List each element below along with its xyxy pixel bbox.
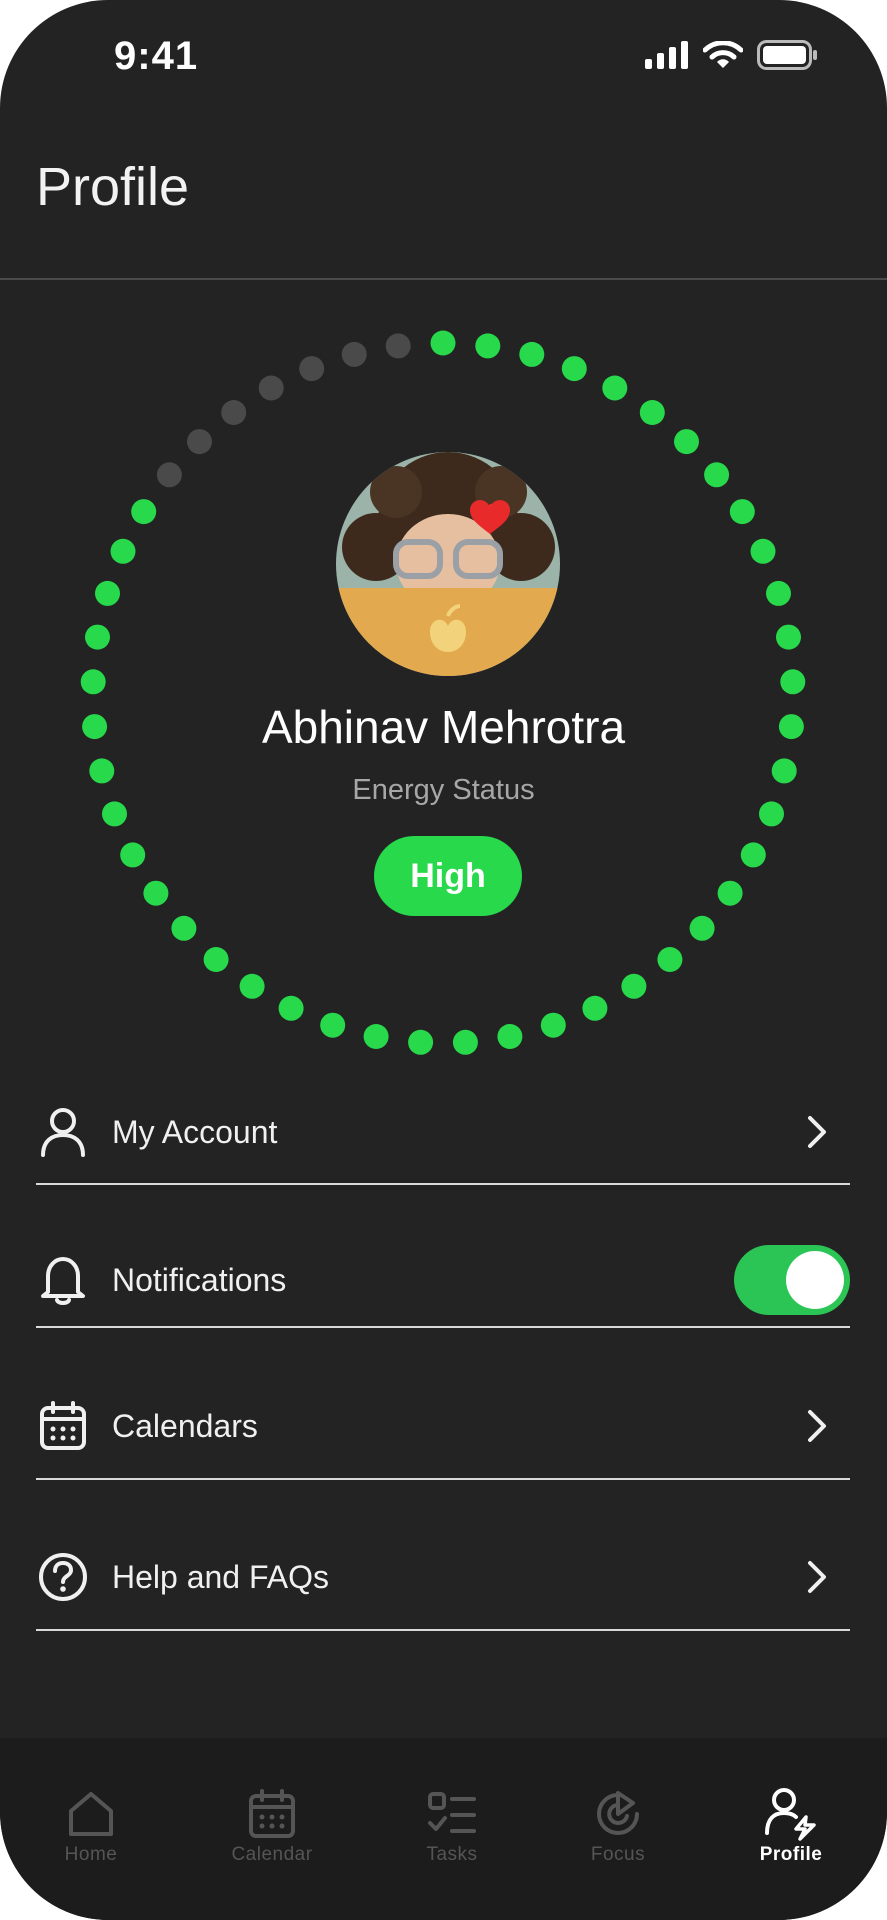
status-icons [645, 40, 819, 75]
energy-dot-active [143, 880, 169, 906]
energy-dot-active [704, 462, 730, 488]
menu-item-notifications: Notifications [36, 1240, 850, 1320]
energy-ring [80, 330, 806, 1055]
energy-dot-active [85, 624, 110, 650]
notifications-toggle[interactable] [734, 1245, 850, 1315]
tab-bar: Home Calendar Tasks Focus Profile [0, 1738, 887, 1920]
energy-dot-active [203, 947, 229, 972]
energy-dot-active [171, 915, 197, 941]
energy-dot-active [602, 375, 628, 401]
energy-dot-active [239, 973, 265, 999]
energy-dot-active [363, 1024, 389, 1049]
menu-label-calendars: Calendars [112, 1407, 258, 1444]
tab-profile[interactable]: Profile [711, 1738, 871, 1920]
profile-bolt-icon [763, 1786, 819, 1842]
energy-dot-active [780, 669, 806, 695]
tab-tasks[interactable]: Tasks [372, 1738, 532, 1920]
energy-dot-active [766, 580, 791, 606]
focus-icon [590, 1786, 646, 1842]
energy-dot-active [776, 624, 801, 650]
calendar-icon [36, 1399, 90, 1453]
menu-divider [36, 1629, 850, 1631]
energy-dot-inactive [221, 400, 247, 425]
menu-divider [36, 1478, 850, 1480]
energy-dot-active [621, 973, 647, 999]
energy-dot-active [639, 400, 665, 425]
energy-dot-active [452, 1029, 478, 1055]
tab-calendar[interactable]: Calendar [192, 1738, 352, 1920]
energy-dot-active [408, 1029, 434, 1055]
menu-divider [36, 1326, 850, 1328]
user-name: Abhinav Mehrotra [261, 701, 626, 753]
battery-icon [757, 40, 819, 75]
energy-dot-active [729, 499, 755, 525]
tasks-icon [424, 1786, 480, 1842]
tab-label-home: Home [64, 1844, 118, 1865]
menu-item-my-account[interactable]: My Account [36, 1092, 850, 1172]
energy-dot-active [110, 538, 136, 564]
status-bar: 9:41 [0, 0, 887, 110]
energy-dot-active [497, 1024, 523, 1049]
energy-dot-inactive [156, 462, 182, 488]
chevron-right-icon [802, 1112, 832, 1152]
energy-dot-active [689, 915, 715, 941]
chevron-right-icon [802, 1557, 832, 1597]
tab-label-calendar: Calendar [231, 1844, 313, 1865]
header-divider [0, 278, 887, 280]
energy-dot-active [657, 947, 683, 972]
status-time: 9:41 [114, 34, 199, 78]
energy-status-label: Energy Status [352, 774, 535, 806]
energy-dot-active [430, 330, 456, 356]
energy-dot-active [519, 341, 545, 367]
toggle-knob [786, 1251, 844, 1309]
menu-divider [36, 1183, 850, 1185]
energy-dot-active [278, 995, 304, 1021]
energy-dot-active [95, 580, 120, 606]
tab-focus[interactable]: Focus [538, 1738, 698, 1920]
energy-dot-active [475, 333, 501, 359]
help-circle-icon [36, 1550, 90, 1604]
energy-dot-active [80, 669, 106, 695]
signal-icon [645, 41, 689, 74]
menu-item-calendars[interactable]: Calendars [36, 1386, 850, 1466]
energy-dot-active [582, 995, 608, 1021]
bell-icon [36, 1253, 90, 1307]
energy-dot-inactive [299, 356, 325, 382]
energy-dot-active [750, 538, 776, 564]
energy-dot-inactive [341, 341, 367, 367]
energy-dot-inactive [187, 429, 212, 455]
energy-dot-inactive [258, 375, 284, 401]
wifi-icon [702, 40, 744, 74]
energy-status-badge: High [374, 836, 522, 916]
menu-label-help: Help and FAQs [112, 1558, 329, 1595]
user-icon [36, 1105, 90, 1159]
calendar-icon [244, 1786, 300, 1842]
tab-label-focus: Focus [590, 1844, 646, 1865]
energy-dot-active [540, 1012, 566, 1038]
energy-dot-active [674, 429, 699, 455]
home-icon [63, 1786, 119, 1842]
menu-label-my-account: My Account [112, 1113, 278, 1150]
menu-label-notifications: Notifications [112, 1261, 287, 1298]
energy-dot-active [120, 842, 146, 868]
chevron-right-icon [802, 1406, 832, 1446]
energy-dot-active [717, 880, 743, 906]
energy-dot-active [740, 842, 766, 868]
tab-home[interactable]: Home [11, 1738, 171, 1920]
energy-dot-inactive [385, 333, 411, 359]
energy-dot-active [561, 356, 587, 382]
menu-item-help[interactable]: Help and FAQs [36, 1537, 850, 1617]
phone-screen: 9:41 Profile Abhinav Mehrotra Energy Sta… [0, 0, 887, 1920]
avatar[interactable] [336, 452, 560, 676]
tab-label-tasks: Tasks [426, 1844, 478, 1865]
page-title: Profile [36, 157, 190, 217]
energy-dot-active [320, 1012, 346, 1038]
energy-dot-active [131, 499, 157, 525]
tab-label-profile: Profile [759, 1844, 823, 1865]
